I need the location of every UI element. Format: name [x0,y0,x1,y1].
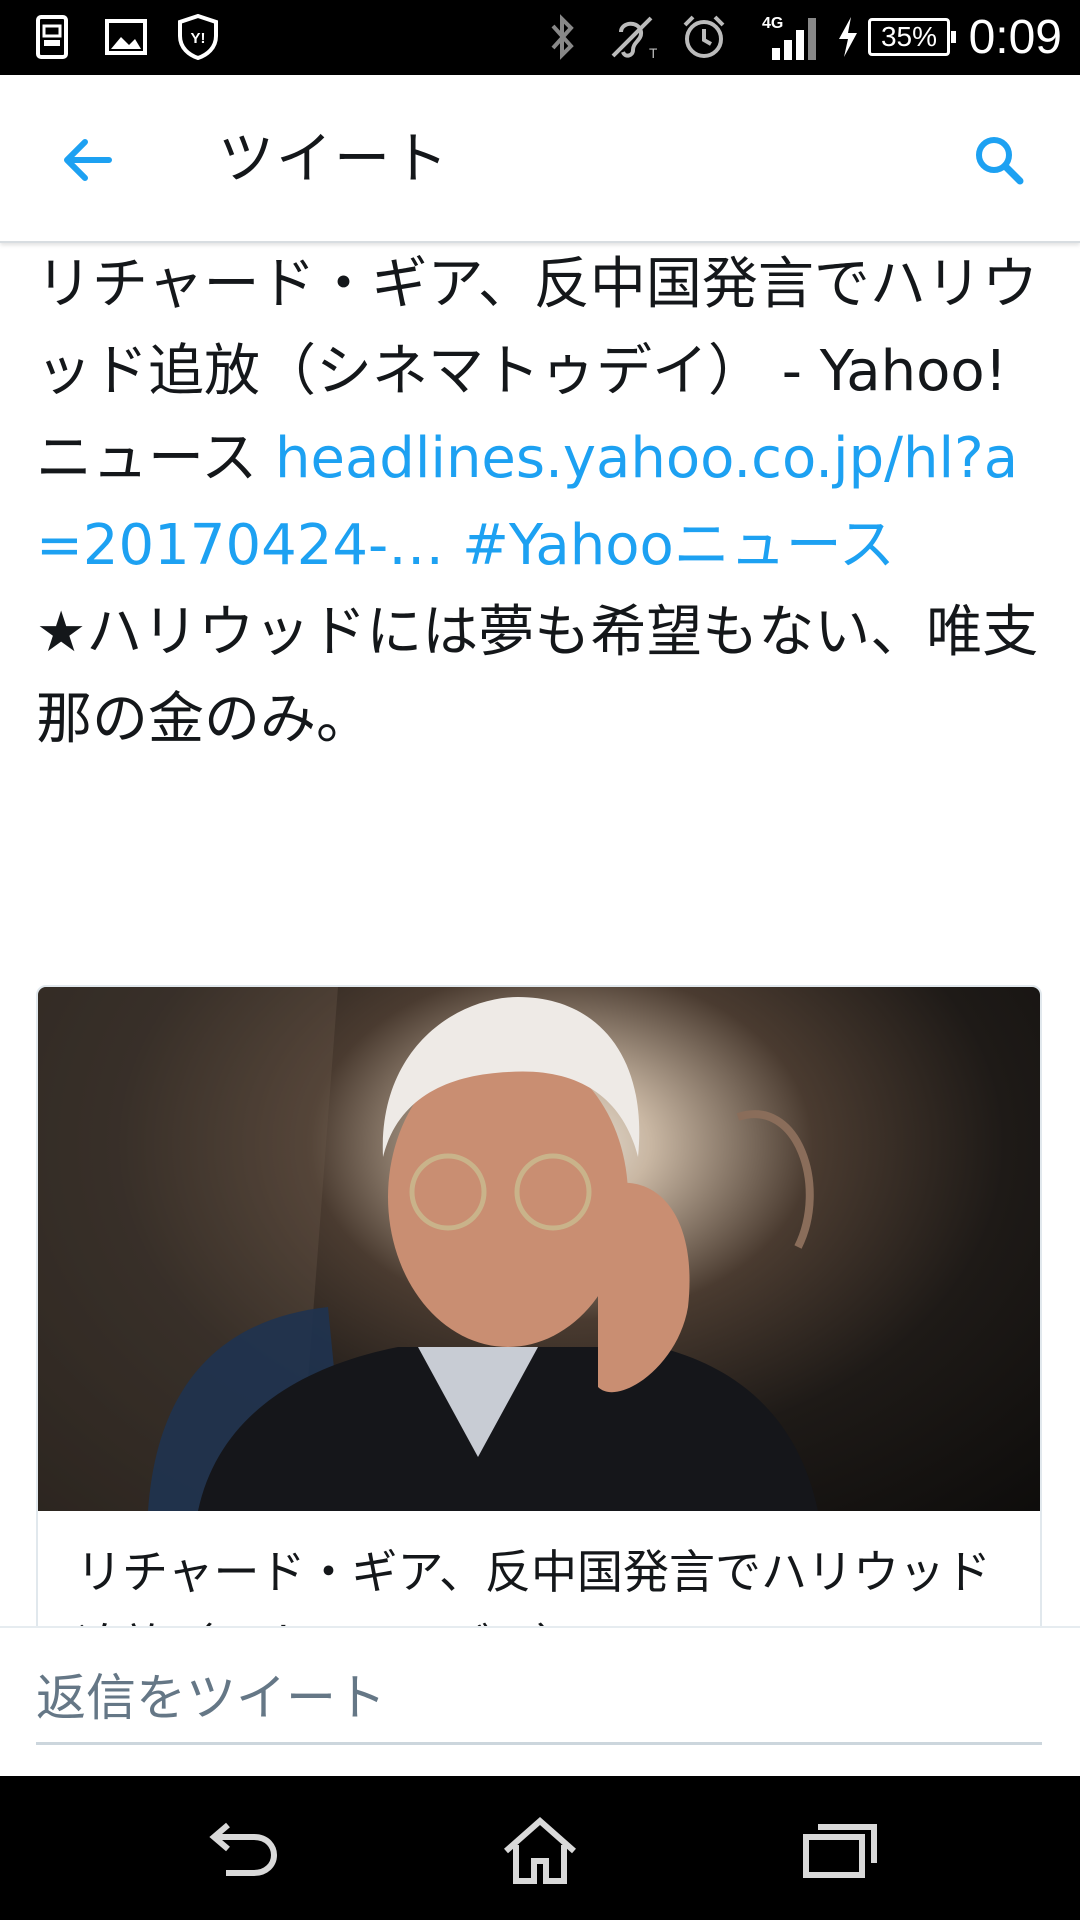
tweet-hashtag[interactable]: #Yahooニュース [462,513,895,578]
card-image [38,987,1040,1511]
charging-icon [834,12,862,62]
signal-icon: 4G [762,12,820,62]
alarm-icon [680,12,728,62]
tweet-detail: リチャード・ギア、反中国発言でハリウッド追放（シネマトゥデイ） - Yahoo!… [0,243,1080,1626]
status-time: 0:09 [968,11,1062,64]
card-title: リチャード・ギア、反中国発言でハリウッド追放（シネマトゥデイ） [76,1545,991,1626]
screen-mirror-icon [34,12,70,62]
tweet-text: リチャード・ギア、反中国発言でハリウッド追放（シネマトゥデイ） - Yahoo!… [36,243,1046,763]
tweet-comment: ★ハリウッドには夢も希望もない、唯支那の金のみ。 [36,600,1039,752]
hearing-icon: T [606,12,658,62]
svg-text:Y!: Y! [191,30,206,47]
status-bar: Y! T 4G 35% 0:09 [0,0,1080,75]
home-icon [504,1816,576,1884]
reply-bar: 返信をツイート [0,1626,1080,1778]
nav-home-button[interactable] [480,1806,600,1896]
system-nav-bar [0,1776,1080,1920]
network-label: 4G [762,15,783,32]
nav-back-button[interactable] [182,1806,302,1896]
app-bar: ツイート [0,75,1080,243]
page-title: ツイート [218,127,450,192]
reply-input[interactable]: 返信をツイート [36,1658,1042,1745]
search-button[interactable] [954,115,1044,205]
back-button[interactable] [42,115,132,205]
svg-text:T: T [649,45,657,60]
search-icon [976,137,1024,185]
recent-apps-icon [803,1824,877,1878]
portrait-illustration [38,987,818,1511]
yahoo-shield-icon: Y! [176,12,220,62]
link-card[interactable]: リチャード・ギア、反中国発言でハリウッド追放（シネマトゥデイ） [36,985,1042,1626]
nav-recent-apps-button[interactable] [780,1806,900,1896]
back-icon [209,1822,278,1876]
image-icon [104,12,148,62]
back-arrow-icon [64,139,112,181]
bluetooth-icon [544,12,580,62]
battery-indicator: 35% [868,18,956,56]
